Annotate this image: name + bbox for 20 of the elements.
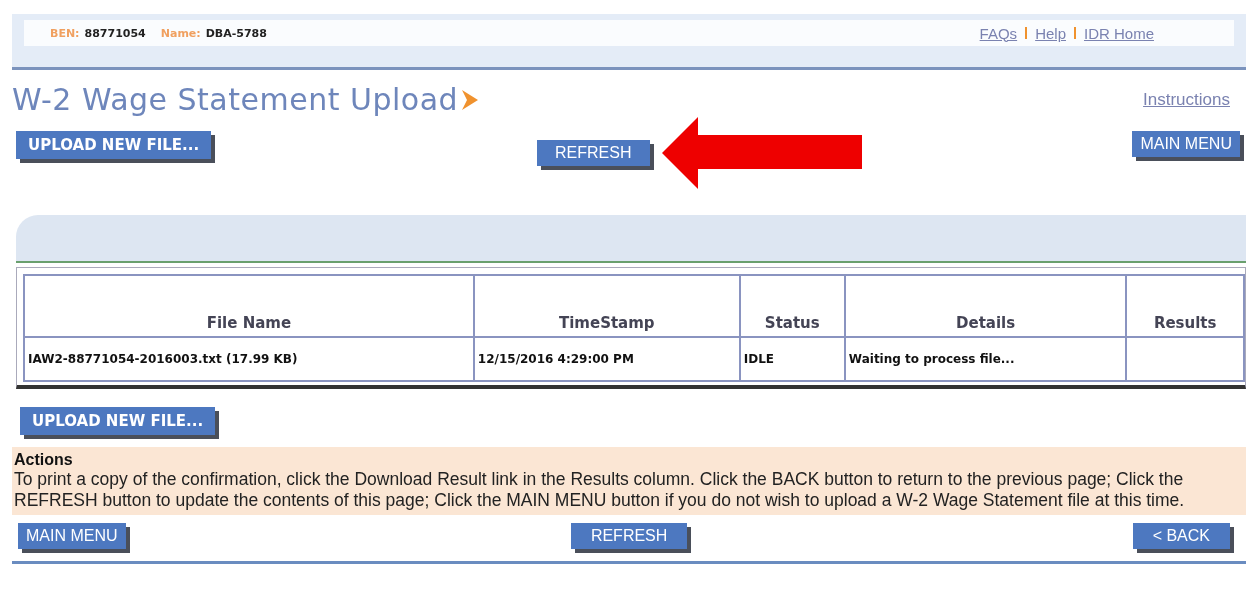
ben-label: BEN: xyxy=(50,26,80,40)
table-cell: 12/15/2016 4:29:00 PM xyxy=(477,352,634,366)
ben-value: 88771054 xyxy=(84,26,146,40)
table-cell: IDLE xyxy=(743,352,774,366)
column-header: Results xyxy=(1126,275,1244,337)
column-header: Details xyxy=(844,275,1127,337)
actions-title: Actions xyxy=(14,451,74,469)
actions-text: To print a copy of the confirmation, click the Download Result link in the Results column. Click the BACK button to return to the previous page; Click the REFRESH button to update the contents of this page; Click the MAIN MENU button if you do not wish to upload a W-2 Wage Statement file at this time. xyxy=(14,469,1186,511)
header-link[interactable]: IDR Home xyxy=(1084,24,1154,42)
header-link[interactable]: FAQs xyxy=(979,24,1018,42)
column-header: File Name xyxy=(24,275,474,337)
table-cell: IAW2-88771054-2016003.txt (17.99 KB) xyxy=(28,352,298,366)
header-link[interactable]: Help xyxy=(1035,24,1066,42)
name-value: DBA-5788 xyxy=(205,26,267,40)
page-title: W-2 Wage Statement Upload xyxy=(12,82,459,117)
column-header: Status xyxy=(739,275,845,337)
table-cell: Waiting to process file... xyxy=(848,352,1015,366)
instructions-link[interactable]: Instructions xyxy=(1143,89,1230,110)
column-header: TimeStamp xyxy=(473,275,740,337)
name-label: Name: xyxy=(160,26,201,40)
